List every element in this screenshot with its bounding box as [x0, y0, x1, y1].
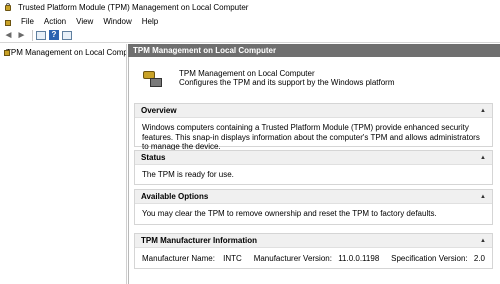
- overview-header[interactable]: Overview ▲: [135, 104, 492, 118]
- collapse-arrow-icon[interactable]: ▲: [480, 238, 486, 244]
- help-icon[interactable]: ?: [49, 30, 59, 40]
- collapse-arrow-icon[interactable]: ▲: [480, 155, 486, 161]
- collapse-arrow-icon[interactable]: ▲: [480, 108, 486, 114]
- title-bar: Trusted Platform Module (TPM) Management…: [0, 0, 500, 15]
- menu-view[interactable]: View: [71, 17, 98, 26]
- status-title: Status: [141, 153, 166, 162]
- tpm-app-icon: [4, 3, 13, 12]
- menu-file[interactable]: File: [16, 17, 39, 26]
- nav-item-label: TPM Management on Local Comp: [6, 47, 126, 57]
- manufacturer-version-label: Manufacturer Version:: [253, 254, 332, 263]
- collapse-arrow-icon[interactable]: ▲: [480, 194, 486, 200]
- show-hide-console-tree-icon[interactable]: [36, 30, 46, 40]
- manufacturer-section: TPM Manufacturer Information ▲ Manufactu…: [134, 233, 493, 269]
- manufacturer-name: Manufacturer Name: INTC: [142, 254, 242, 263]
- status-section: Status ▲ The TPM is ready for use.: [134, 150, 493, 185]
- back-arrow-icon[interactable]: ◄: [3, 30, 14, 41]
- manufacturer-version-value: 11.0.0.1198: [338, 254, 380, 263]
- menu-help[interactable]: Help: [137, 17, 163, 26]
- intro-subtitle: Configures the TPM and its support by th…: [179, 78, 395, 87]
- manufacturer-info-row: Manufacturer Name: INTC Manufacturer Ver…: [135, 248, 492, 263]
- status-header[interactable]: Status ▲: [135, 151, 492, 165]
- specification-version-label: Specification Version:: [391, 254, 468, 263]
- menu-bar: File Action View Window Help: [0, 15, 500, 28]
- menu-action[interactable]: Action: [39, 17, 71, 26]
- available-options-text: You may clear the TPM to remove ownershi…: [142, 209, 437, 218]
- overview-section: Overview ▲ Windows computers containing …: [134, 103, 493, 151]
- content-body: TPM Management on Local Computer Configu…: [128, 57, 500, 284]
- content-header: TPM Management on Local Computer: [128, 44, 500, 57]
- tpm-key-chip-icon: [139, 65, 165, 91]
- window-title: Trusted Platform Module (TPM) Management…: [18, 3, 249, 12]
- toolbar: ◄ ► ?: [0, 28, 500, 43]
- intro-title: TPM Management on Local Computer: [179, 69, 315, 78]
- forward-arrow-icon[interactable]: ►: [16, 30, 27, 41]
- show-hide-action-pane-icon[interactable]: [62, 30, 72, 40]
- nav-item-tpm-management[interactable]: TPM Management on Local Comp: [0, 46, 126, 58]
- navigation-pane: TPM Management on Local Comp: [0, 44, 127, 284]
- overview-title: Overview: [141, 106, 177, 115]
- manufacturer-version: Manufacturer Version: 11.0.0.1198: [254, 254, 380, 263]
- available-options-title: Available Options: [141, 192, 209, 201]
- menu-app-icon[interactable]: [4, 18, 12, 26]
- manufacturer-name-label: Manufacturer Name:: [142, 254, 215, 263]
- manufacturer-name-value: INTC: [223, 254, 242, 263]
- specification-version-value: 2.0: [473, 254, 485, 263]
- content-pane: TPM Management on Local Computer TPM Man…: [128, 44, 500, 284]
- menu-window[interactable]: Window: [98, 17, 136, 26]
- available-options-section: Available Options ▲ You may clear the TP…: [134, 189, 493, 225]
- status-text: The TPM is ready for use.: [142, 170, 234, 179]
- manufacturer-header[interactable]: TPM Manufacturer Information ▲: [135, 234, 492, 248]
- intro-block: TPM Management on Local Computer Configu…: [139, 65, 489, 99]
- toolbar-separator: [32, 29, 33, 41]
- specification-version: Specification Version: 2.0: [391, 254, 485, 263]
- manufacturer-title: TPM Manufacturer Information: [141, 236, 258, 245]
- available-options-header[interactable]: Available Options ▲: [135, 190, 492, 204]
